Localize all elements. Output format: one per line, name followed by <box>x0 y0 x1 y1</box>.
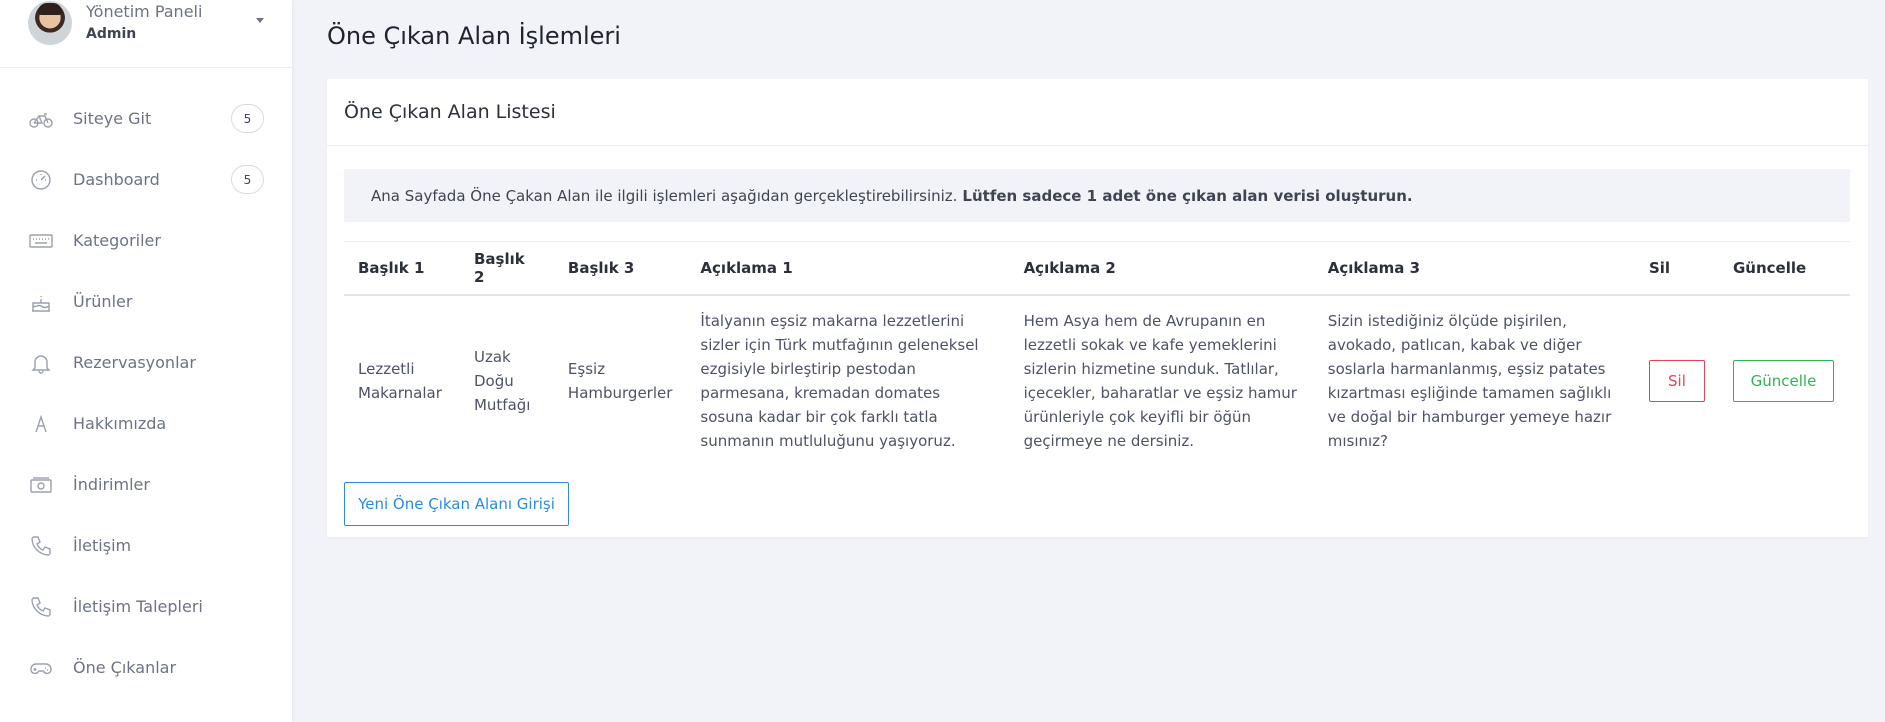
profile-name: Yönetim Paneli <box>86 1 203 21</box>
column-header: Başlık 1 <box>344 241 460 296</box>
column-header: Açıklama 1 <box>686 241 1010 296</box>
count-badge: 5 <box>231 104 264 133</box>
bicycle-icon <box>28 108 54 130</box>
caret-down-icon[interactable] <box>256 18 264 23</box>
gamepad-icon <box>28 657 54 679</box>
sidebar-item-label: Siteye Git <box>73 109 152 128</box>
column-header: Açıklama 2 <box>1009 241 1314 296</box>
phone-icon <box>28 596 54 618</box>
add-featured-button[interactable]: Yeni Öne Çıkan Alanı Girişi <box>344 482 569 526</box>
sidebar-item-label: Dashboard <box>73 170 160 189</box>
sidebar-item-hakkimizda[interactable]: Hakkımızda <box>0 393 292 454</box>
table-row: Lezzetli Makarnalar Uzak Doğu Mutfağı Eş… <box>344 295 1850 466</box>
sidebar-item-label: Ürünler <box>73 292 133 311</box>
page-title: Öne Çıkan Alan İşlemleri <box>327 22 621 50</box>
cell-aciklama-1: İtalyanın eşsiz makarna lezzetlerini siz… <box>700 311 979 450</box>
cell-aciklama-2: Hem Asya hem de Avrupanın en lezzetli so… <box>1023 311 1297 450</box>
cell-sil: Sil <box>1635 295 1719 466</box>
info-alert: Ana Sayfada Öne Çakan Alan ile ilgili iş… <box>344 169 1850 222</box>
money-icon <box>28 474 54 496</box>
text-a-icon <box>28 413 54 435</box>
sidebar-item-kategoriler[interactable]: Kategoriler <box>0 210 292 271</box>
sidebar-item-iletisim-talepleri[interactable]: İletişim Talepleri <box>0 576 292 637</box>
sidebar-item-rezervasyonlar[interactable]: Rezervasyonlar <box>0 332 292 393</box>
alert-bold-text: Lütfen sadece 1 adet öne çıkan alan veri… <box>962 186 1413 205</box>
update-button[interactable]: Güncelle <box>1732 359 1834 402</box>
gauge-icon <box>28 169 54 191</box>
sidebar-item-label: İletişim Talepleri <box>73 597 203 616</box>
column-header: Başlık 3 <box>553 241 687 296</box>
card-title: Öne Çıkan Alan Listesi <box>327 79 1868 146</box>
sidebar-menu: Siteye Git 5 Dashboard 5 Kategoriler Ürü… <box>0 68 292 698</box>
sidebar-item-label: Öne Çıkanlar <box>73 658 177 677</box>
sidebar-item-iletisim[interactable]: İletişim <box>0 515 292 576</box>
sidebar-item-siteye-git[interactable]: Siteye Git 5 <box>0 88 292 149</box>
bell-icon <box>28 352 54 374</box>
column-header: Sil <box>1634 241 1719 296</box>
sidebar-item-label: Kategoriler <box>73 231 161 250</box>
sidebar-item-indirimler[interactable]: İndirimler <box>0 454 292 515</box>
cell-guncelle: Güncelle <box>1719 295 1850 466</box>
count-badge: 5 <box>231 165 264 194</box>
phone-icon <box>28 535 54 557</box>
cell-baslik-2: Uzak Doğu Mutfağı <box>473 347 531 414</box>
sidebar-item-label: Rezervasyonlar <box>73 353 196 372</box>
cake-icon <box>28 291 54 313</box>
featured-list-card: Öne Çıkan Alan Listesi Ana Sayfada Öne Ç… <box>327 79 1868 537</box>
column-header: Açıklama 3 <box>1313 241 1635 296</box>
profile-menu[interactable]: Yönetim Paneli Admin <box>0 0 292 68</box>
avatar <box>28 0 72 45</box>
sidebar-item-label: Hakkımızda <box>73 414 167 433</box>
cell-baslik-1: Lezzetli Makarnalar <box>358 359 442 402</box>
table-header-row: Başlık 1 Başlık 2 Başlık 3 Açıklama 1 Aç… <box>344 241 1850 296</box>
cell-baslik-3: Eşsiz Hamburgerler <box>567 359 673 402</box>
delete-button[interactable]: Sil <box>1648 359 1705 402</box>
column-header: Başlık 2 <box>459 241 554 296</box>
sidebar-item-urunler[interactable]: Ürünler <box>0 271 292 332</box>
sidebar-item-one-cikanlar[interactable]: Öne Çıkanlar <box>0 637 292 698</box>
profile-role: Admin <box>86 25 137 42</box>
sidebar: Yönetim Paneli Admin Siteye Git 5 Dashbo… <box>0 0 292 722</box>
cell-aciklama-3: Sizin istediğiniz ölçüde pişirilen, avok… <box>1327 311 1612 450</box>
sidebar-item-dashboard[interactable]: Dashboard 5 <box>0 149 292 210</box>
alert-text: Ana Sayfada Öne Çakan Alan ile ilgili iş… <box>371 186 958 205</box>
featured-table: Başlık 1 Başlık 2 Başlık 3 Açıklama 1 Aç… <box>344 241 1850 466</box>
column-header: Güncelle <box>1718 241 1850 296</box>
keyboard-icon <box>28 230 54 252</box>
sidebar-item-label: İndirimler <box>73 475 150 494</box>
sidebar-item-label: İletişim <box>73 536 132 555</box>
